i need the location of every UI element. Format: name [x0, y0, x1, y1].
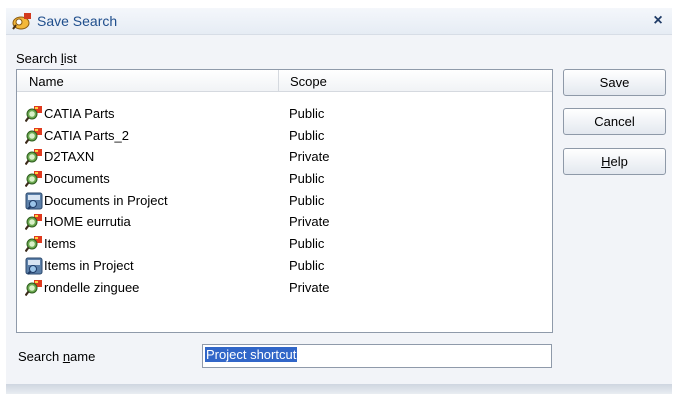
list-item-name: rondelle zinguee — [44, 279, 140, 295]
list-item-name: D2TAXN — [44, 149, 95, 165]
list-item-scope: Public — [289, 192, 325, 208]
list-item-scope: Public — [289, 171, 325, 187]
list-item[interactable]: Items in Project Public — [17, 256, 552, 278]
list-item[interactable]: Documents Public — [17, 169, 552, 191]
search-icon — [25, 105, 43, 123]
cancel-button[interactable]: Cancel — [563, 108, 666, 135]
list-item-name: Items in Project — [44, 257, 134, 273]
save-search-dialog: Save Search × Search list Name Scope CAT… — [0, 0, 673, 394]
search-list-label: Search list — [16, 51, 77, 66]
list-item[interactable]: rondelle zinguee Private — [17, 278, 552, 300]
list-item-name: Documents in Project — [44, 192, 168, 208]
title-bar: Save Search × — [6, 8, 672, 35]
list-item-name: CATIA Parts — [44, 106, 115, 121]
list-item[interactable]: HOME eurrutia Private — [17, 212, 552, 234]
dialog-bottom-edge — [6, 384, 672, 394]
search-icon — [25, 279, 43, 297]
search-list-rows: CATIA Parts Public CATIA Parts_2 Public D2TA… — [17, 104, 552, 299]
list-item-scope: Public — [289, 127, 325, 143]
save-button[interactable]: Save — [563, 69, 666, 96]
save-search-app-icon — [12, 13, 31, 30]
list-item-scope: Public — [289, 236, 325, 252]
search-list[interactable]: Name Scope CATIA Parts Public CATIA Parts_… — [16, 69, 553, 333]
list-item[interactable]: Documents in Project Public — [17, 191, 552, 213]
search-list-header: Name Scope — [17, 70, 552, 92]
column-header-scope[interactable]: Scope — [280, 70, 552, 92]
list-item-name: Documents — [44, 171, 110, 187]
list-item-scope: Public — [289, 257, 325, 273]
search-icon — [25, 170, 43, 188]
list-item-scope: Private — [289, 214, 330, 230]
close-icon[interactable]: × — [648, 11, 668, 31]
list-item-name: Items — [44, 236, 76, 252]
search-icon — [25, 213, 43, 231]
list-item[interactable]: CATIA Parts_2 Public — [17, 126, 552, 148]
list-item-scope: Private — [289, 149, 330, 165]
search-icon — [25, 235, 43, 253]
list-item[interactable]: Items Public — [17, 234, 552, 256]
list-item-name: CATIA Parts_2 — [44, 127, 130, 143]
search-icon — [25, 148, 43, 166]
search-name-label: Search name — [18, 349, 96, 364]
list-item[interactable]: CATIA Parts Public — [17, 104, 552, 126]
list-item-scope: Public — [289, 106, 325, 121]
list-item-scope: Private — [289, 279, 330, 295]
list-item[interactable]: D2TAXN Private — [17, 147, 552, 169]
window-title: Save Search — [37, 13, 118, 29]
help-button[interactable]: Help — [563, 148, 666, 175]
search-name-input[interactable]: Project shortcut — [202, 344, 552, 368]
project-search-icon — [25, 192, 43, 210]
search-icon — [25, 127, 43, 145]
dialog-body: Search list Name Scope CATIA Parts Public… — [6, 35, 672, 384]
search-name-value: Project shortcut — [205, 347, 298, 362]
list-item-name: HOME eurrutia — [44, 214, 131, 230]
project-search-icon — [25, 257, 43, 275]
column-header-name[interactable]: Name — [17, 70, 279, 92]
